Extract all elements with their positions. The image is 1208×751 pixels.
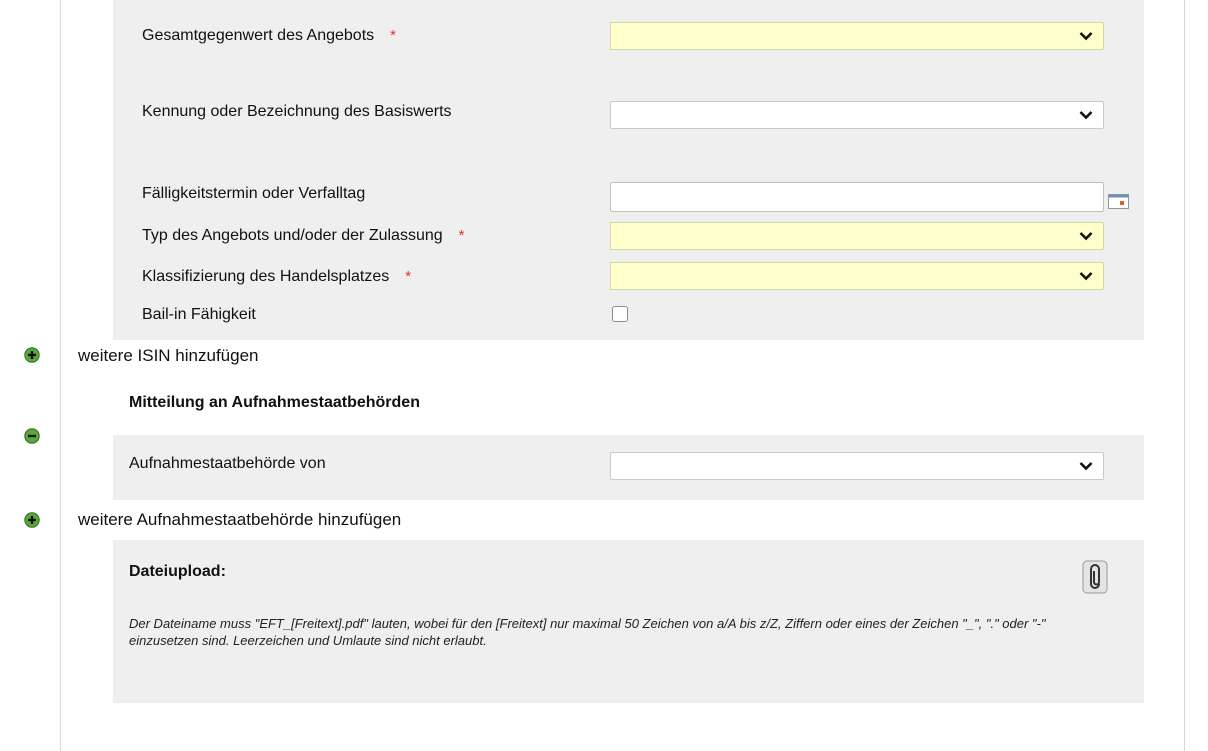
chevron-down-icon	[1079, 111, 1093, 120]
left-frame-line	[60, 0, 61, 751]
offer-type-label: Typ des Angebots und/oder der Zulassung *	[142, 227, 465, 244]
bail-in-label: Bail-in Fähigkeit	[142, 306, 256, 323]
bail-in-checkbox[interactable]	[612, 306, 628, 322]
chevron-down-icon	[1079, 462, 1093, 471]
add-isin-link[interactable]: weitere ISIN hinzufügen	[78, 345, 259, 367]
venue-classification-select[interactable]	[610, 262, 1104, 290]
chevron-down-icon	[1079, 232, 1093, 241]
calendar-icon[interactable]	[1108, 194, 1130, 210]
upload-heading: Dateiupload:	[129, 563, 226, 580]
underlying-select[interactable]	[610, 101, 1104, 129]
offer-type-select[interactable]	[610, 222, 1104, 250]
add-authority-link[interactable]: weitere Aufnahmestaatbehörde hinzufügen	[78, 509, 401, 531]
total-value-select[interactable]	[610, 22, 1104, 50]
plus-circle-icon[interactable]	[24, 347, 40, 363]
authority-field-label: Aufnahmestaatbehörde von	[129, 455, 326, 472]
venue-classification-label: Klassifizierung des Handelsplatzes *	[142, 268, 412, 285]
paperclip-icon[interactable]	[1082, 560, 1108, 594]
total-value-label: Gesamtgegenwert des Angebots *	[142, 27, 396, 44]
chevron-down-icon	[1079, 272, 1093, 281]
maturity-date-label: Fälligkeitstermin oder Verfalltag	[142, 185, 366, 202]
underlying-label: Kennung oder Bezeichnung des Basiswerts	[142, 103, 452, 120]
plus-circle-icon[interactable]	[24, 512, 40, 528]
chevron-down-icon	[1079, 32, 1093, 41]
maturity-date-input[interactable]	[610, 182, 1104, 212]
right-frame-line	[1184, 0, 1185, 751]
authority-select[interactable]	[610, 452, 1104, 480]
authority-section-heading: Mitteilung an Aufnahmestaatbehörden	[129, 394, 420, 411]
minus-circle-icon[interactable]	[24, 428, 40, 444]
upload-filename-note: Der Dateiname muss "EFT_[Freitext].pdf" …	[129, 616, 1046, 648]
